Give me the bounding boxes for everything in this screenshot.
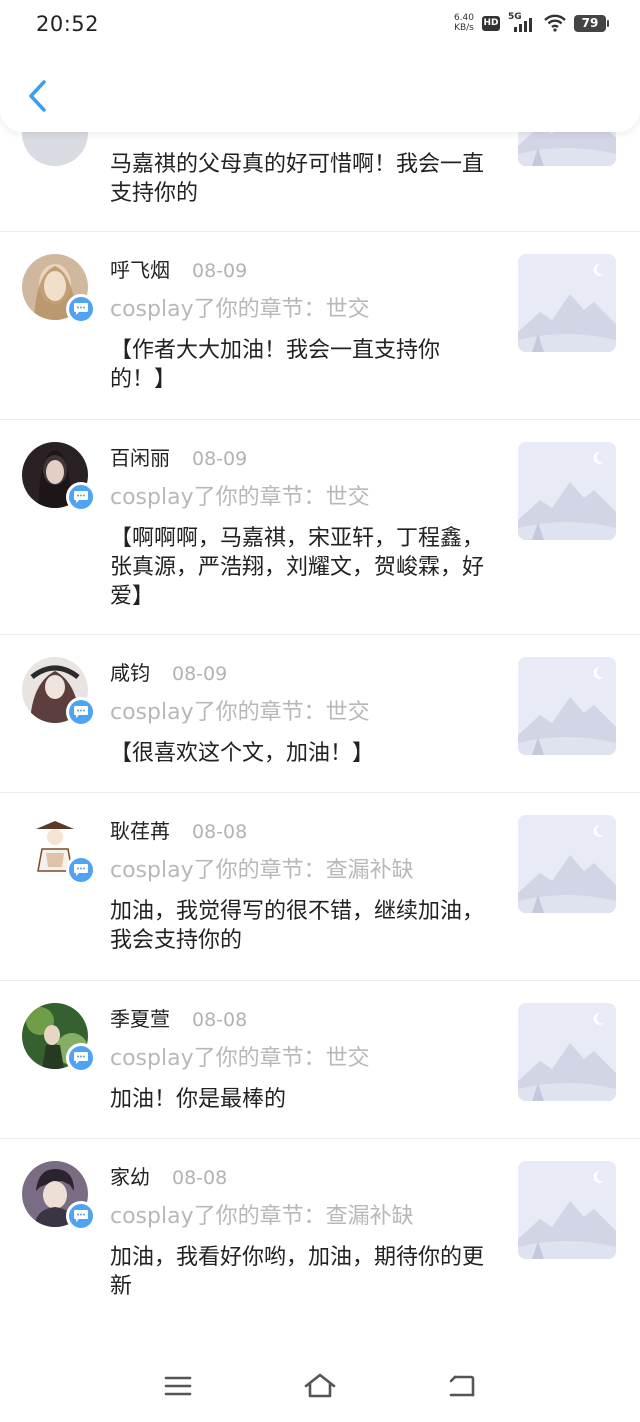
chat-bubble-icon [74,491,88,503]
comment-date: 08-08 [192,821,248,843]
comment-content: 耿荏苒 08-08 cosplay了你的章节：查漏补缺 加油，我觉得写的很不错，… [110,815,490,955]
chapter-action: cosplay了你的章节：查漏补缺 [110,858,414,883]
comment-text: 马嘉祺的父母真的好可惜啊！我会一直支持你的 [110,152,485,206]
signal-icon: 5G [508,12,536,32]
list-item[interactable]: 百闲丽 08-09 cosplay了你的章节：世交 【啊啊啊，马嘉祺，宋亚轩，丁… [0,420,640,635]
chapter-thumbnail[interactable] [518,1161,616,1259]
comment-content: 家幼 08-08 cosplay了你的章节：查漏补缺 加油，我看好你哟，加油，期… [110,1161,490,1301]
chat-bubble-icon [74,303,88,315]
image-placeholder-icon [518,1161,616,1259]
comment-content: 百闲丽 08-09 cosplay了你的章节：世交 【啊啊啊，马嘉祺，宋亚轩，丁… [110,442,490,611]
chapter-thumbnail[interactable] [518,254,616,352]
comment-content: 呼飞烟 08-09 cosplay了你的章节：世交 【作者大大加油！我会一直支持… [110,254,490,394]
menu-icon [164,1376,192,1396]
chapter-thumbnail[interactable] [518,657,616,755]
comment-date: 08-09 [172,663,228,685]
comment-list: 马嘉祺的父母真的好可惜啊！我会一直支持你的 呼飞烟 08-09 cosplay了… [0,40,640,1327]
list-item[interactable]: 咸钧 08-09 cosplay了你的章节：世交 【很喜欢这个文，加油！】 [0,635,640,793]
wifi-icon [544,14,566,32]
home-button[interactable] [300,1366,340,1406]
comment-badge [66,697,96,727]
chapter-thumbnail[interactable] [518,1003,616,1101]
menu-button[interactable] [158,1366,198,1406]
avatar-container[interactable] [22,657,96,727]
comment-text: 加油，我觉得写的很不错，继续加油，我会支持你的 [110,899,485,953]
image-placeholder-icon [518,1003,616,1101]
user-name[interactable]: 呼飞烟 [110,254,170,283]
chapter-action: cosplay了你的章节：世交 [110,1046,370,1071]
system-nav-bar [0,1326,640,1422]
user-name[interactable]: 咸钧 [110,657,150,686]
list-item[interactable]: 家幼 08-08 cosplay了你的章节：查漏补缺 加油，我看好你哟，加油，期… [0,1139,640,1327]
user-name[interactable]: 百闲丽 [110,442,170,471]
chapter-thumbnail[interactable] [518,442,616,540]
status-time: 20:52 [36,12,100,36]
comment-text: 加油！你是最棒的 [110,1087,287,1112]
status-bar: 20:52 6.40 KB/s HD 5G 79 [0,0,640,50]
chevron-left-icon [29,80,46,112]
list-item[interactable]: 呼飞烟 08-09 cosplay了你的章节：世交 【作者大大加油！我会一直支持… [0,232,640,420]
battery-icon: 79 [574,14,609,32]
chapter-action: cosplay了你的章节：世交 [110,297,370,322]
chat-bubble-icon [74,1052,88,1064]
comment-text: 【啊啊啊，马嘉祺，宋亚轩，丁程鑫，张真源，严浩翔，刘耀文，贺峻霖，好爱】 [110,526,485,609]
image-placeholder-icon [518,815,616,913]
user-name[interactable]: 家幼 [110,1161,150,1190]
back-button[interactable] [18,74,58,118]
back-nav-button[interactable] [442,1366,482,1406]
comment-badge [66,1043,96,1073]
list-item[interactable]: 耿荏苒 08-08 cosplay了你的章节：查漏补缺 加油，我觉得写的很不错，… [0,793,640,981]
avatar-container[interactable] [22,254,96,324]
status-icons: 6.40 KB/s HD 5G 79 [453,12,609,33]
comment-date: 08-09 [192,260,248,282]
image-placeholder-icon [518,657,616,755]
chat-bubble-icon [74,864,88,876]
comment-content: 季夏萱 08-08 cosplay了你的章节：世交 加油！你是最棒的 [110,1003,490,1114]
comment-date: 08-08 [172,1167,228,1189]
net-speed: 6.40 KB/s [453,13,474,33]
image-placeholder-icon [518,442,616,540]
chapter-action: cosplay了你的章节：世交 [110,485,370,510]
avatar-container[interactable] [22,1161,96,1231]
chat-bubble-icon [74,1210,88,1222]
comment-badge [66,1201,96,1231]
home-icon [304,1373,336,1398]
hd-icon: HD [482,15,500,31]
comment-content: 马嘉祺的父母真的好可惜啊！我会一直支持你的 [110,150,490,208]
user-name[interactable]: 耿荏苒 [110,815,170,844]
comment-content: 咸钧 08-09 cosplay了你的章节：世交 【很喜欢这个文，加油！】 [110,657,490,768]
user-name[interactable]: 季夏萱 [110,1003,170,1032]
comment-text: 【作者大大加油！我会一直支持你的！】 [110,338,441,392]
comment-date: 08-09 [192,448,248,470]
avatar-container[interactable] [22,442,96,512]
comment-text: 【很喜欢这个文，加油！】 [110,741,375,766]
image-placeholder-icon [518,254,616,352]
back-icon [449,1375,475,1397]
avatar-container[interactable] [22,815,96,885]
chapter-action: cosplay了你的章节：世交 [110,700,370,725]
chapter-action: cosplay了你的章节：查漏补缺 [110,1204,414,1229]
comment-text: 加油，我看好你哟，加油，期待你的更新 [110,1245,485,1299]
comment-badge [66,482,96,512]
comment-badge [66,294,96,324]
list-item[interactable]: 季夏萱 08-08 cosplay了你的章节：世交 加油！你是最棒的 [0,981,640,1139]
avatar-container[interactable] [22,1003,96,1073]
chat-bubble-icon [74,706,88,718]
chapter-thumbnail[interactable] [518,815,616,913]
comment-date: 08-08 [192,1009,248,1031]
comment-badge [66,855,96,885]
